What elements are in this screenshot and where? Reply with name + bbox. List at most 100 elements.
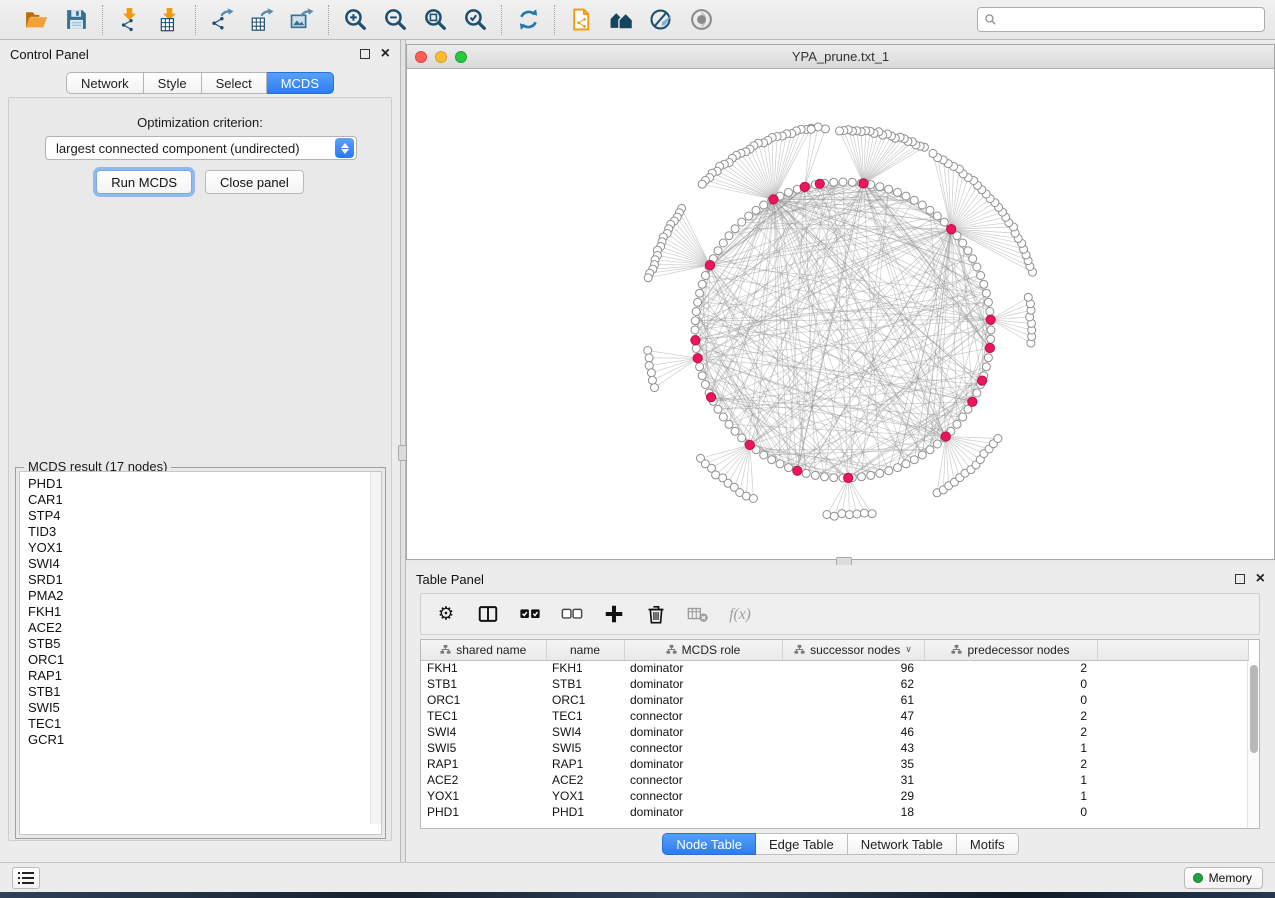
network-node[interactable] xyxy=(894,464,902,472)
network-node[interactable] xyxy=(738,218,746,226)
network-node[interactable] xyxy=(918,451,926,459)
network-hub-node[interactable] xyxy=(800,182,809,191)
network-hub-node[interactable] xyxy=(859,179,868,188)
network-node[interactable] xyxy=(977,272,985,280)
network-node[interactable] xyxy=(714,405,722,413)
table-scrollbar[interactable] xyxy=(1247,661,1259,828)
network-node[interactable] xyxy=(725,232,733,240)
network-node[interactable] xyxy=(982,289,990,297)
mcds-result-item[interactable]: SRD1 xyxy=(28,572,381,588)
network-node[interactable] xyxy=(768,456,776,464)
close-panel-button[interactable]: Close panel xyxy=(205,170,304,194)
tab-motifs[interactable]: Motifs xyxy=(957,833,1019,855)
mcds-result-item[interactable]: CAR1 xyxy=(28,492,381,508)
network-node[interactable] xyxy=(776,460,784,468)
network-node[interactable] xyxy=(719,413,727,421)
zoom-in-button[interactable] xyxy=(338,5,372,35)
mcds-result-item[interactable]: YOX1 xyxy=(28,540,381,556)
table-row[interactable]: YOX1YOX1connector291 xyxy=(421,788,1248,804)
network-node[interactable] xyxy=(738,434,746,442)
network-node[interactable] xyxy=(731,225,739,233)
mcds-result-item[interactable]: PHD1 xyxy=(28,476,381,492)
network-node[interactable] xyxy=(651,384,659,392)
search-input[interactable] xyxy=(1002,10,1258,30)
network-node[interactable] xyxy=(973,263,981,271)
network-node[interactable] xyxy=(984,354,992,362)
network-hub-node[interactable] xyxy=(769,195,778,204)
network-node[interactable] xyxy=(692,308,700,316)
network-node[interactable] xyxy=(933,440,941,448)
table-settings-button[interactable]: ⚙ xyxy=(433,601,459,627)
network-node[interactable] xyxy=(926,206,934,214)
table-row[interactable]: ACE2ACE2connector311 xyxy=(421,772,1248,788)
network-node[interactable] xyxy=(823,511,831,519)
network-hub-node[interactable] xyxy=(947,225,956,234)
network-node[interactable] xyxy=(868,510,876,518)
network-node[interactable] xyxy=(982,363,990,371)
network-node[interactable] xyxy=(860,509,868,517)
network-node[interactable] xyxy=(839,178,847,186)
network-node[interactable] xyxy=(692,345,700,353)
import-network-button[interactable] xyxy=(112,5,146,35)
mcds-result-item[interactable]: SWI5 xyxy=(28,700,381,716)
network-node[interactable] xyxy=(987,335,995,343)
network-node[interactable] xyxy=(749,495,757,503)
select-all-rows-button[interactable] xyxy=(517,601,543,627)
network-node[interactable] xyxy=(1024,293,1032,301)
network-node[interactable] xyxy=(830,178,838,186)
network-hub-node[interactable] xyxy=(968,397,977,406)
network-node[interactable] xyxy=(731,427,739,435)
network-node[interactable] xyxy=(752,206,760,214)
network-hub-node[interactable] xyxy=(705,261,714,270)
network-node[interactable] xyxy=(821,473,829,481)
network-node[interactable] xyxy=(926,446,934,454)
network-hub-node[interactable] xyxy=(978,376,987,385)
network-node[interactable] xyxy=(745,212,753,220)
network-window-titlebar[interactable]: YPA_prune.txt_1 xyxy=(407,45,1274,69)
network-node[interactable] xyxy=(876,469,884,477)
column-header-name[interactable]: name xyxy=(546,640,624,660)
network-hub-node[interactable] xyxy=(941,432,950,441)
network-node[interactable] xyxy=(980,280,988,288)
mcds-result-item[interactable]: SWI4 xyxy=(28,556,381,572)
float-panel-icon[interactable] xyxy=(360,49,370,59)
network-node[interactable] xyxy=(701,272,709,280)
open-session-button[interactable] xyxy=(19,5,53,35)
table-row[interactable]: RAP1RAP1dominator352 xyxy=(421,756,1248,772)
close-panel-icon[interactable]: × xyxy=(1256,574,1265,584)
network-node[interactable] xyxy=(953,420,961,428)
network-node[interactable] xyxy=(719,239,727,247)
network-node[interactable] xyxy=(959,239,967,247)
network-node[interactable] xyxy=(959,413,967,421)
network-hub-node[interactable] xyxy=(707,393,716,402)
network-node[interactable] xyxy=(848,178,856,186)
show-hide-button[interactable] xyxy=(684,5,718,35)
table-row[interactable]: FKH1FKH1dominator962 xyxy=(421,660,1248,676)
network-node[interactable] xyxy=(811,471,819,479)
run-mcds-button[interactable]: Run MCDS xyxy=(96,170,192,194)
export-image-button[interactable] xyxy=(285,5,319,35)
table-row[interactable]: SWI5SWI5connector431 xyxy=(421,740,1248,756)
network-hub-node[interactable] xyxy=(986,315,995,324)
network-node[interactable] xyxy=(694,298,702,306)
network-hub-node[interactable] xyxy=(693,354,702,363)
column-header-shared-name[interactable]: shared name xyxy=(421,640,546,660)
network-node[interactable] xyxy=(969,255,977,263)
tab-network[interactable]: Network xyxy=(66,72,144,94)
network-node[interactable] xyxy=(644,274,652,282)
import-table-button[interactable] xyxy=(152,5,186,35)
network-node[interactable] xyxy=(760,451,768,459)
network-node[interactable] xyxy=(698,372,706,380)
tab-style[interactable]: Style xyxy=(144,72,202,94)
network-node[interactable] xyxy=(918,201,926,209)
table-row[interactable]: PHD1PHD1dominator180 xyxy=(421,804,1248,820)
network-hub-node[interactable] xyxy=(844,473,853,482)
network-node[interactable] xyxy=(701,381,709,389)
network-node[interactable] xyxy=(648,376,656,384)
network-node[interactable] xyxy=(725,420,733,428)
network-node[interactable] xyxy=(830,512,838,520)
network-node[interactable] xyxy=(994,435,1002,443)
network-node[interactable] xyxy=(714,247,722,255)
network-hub-node[interactable] xyxy=(745,440,754,449)
network-node[interactable] xyxy=(644,347,652,355)
